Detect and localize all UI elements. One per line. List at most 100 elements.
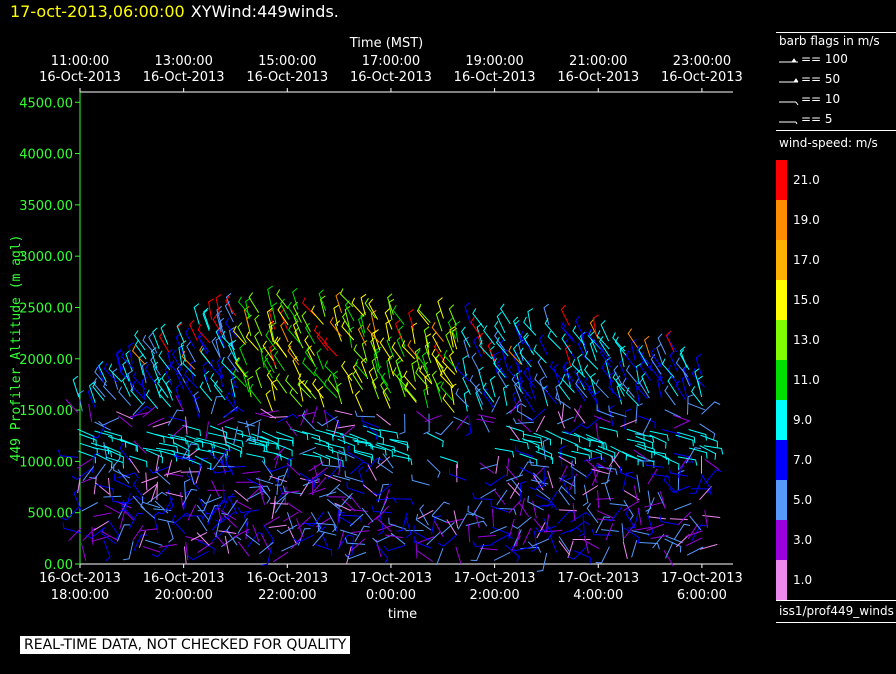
wind-barb [479,547,498,551]
wind-barb [292,356,301,378]
wind-barb [559,445,566,467]
wind-barb [637,507,642,526]
wind-barb [150,484,158,502]
wind-barb [78,390,84,412]
wind-barb [437,297,444,319]
wind-barb [108,520,120,541]
barb-legend-title: barb flags in m/s [779,34,880,48]
wind-barb [145,539,163,546]
wind-barb [196,515,208,532]
wind-barb [530,479,549,485]
colorbar-cell [776,560,787,600]
wind-barb [118,386,132,406]
barb-legend-50-label: == 50 [801,72,841,86]
bottom-axis-tick-date: 16-Oct-2013 [246,571,328,586]
wind-barb [519,466,536,482]
wind-barb [489,375,496,398]
wind-barb [439,456,459,469]
wind-barb [383,544,406,552]
wind-barb [361,507,374,523]
wind-barb [317,386,325,408]
wind-barb [237,507,259,514]
wind-barb [478,366,485,389]
wind-barb [272,551,289,563]
wind-barb [631,539,638,558]
wind-barb [471,352,481,374]
wind-barb [417,550,433,562]
wind-barb [686,546,704,556]
wind-barb [225,391,238,412]
wind-barb [636,474,641,493]
bottom-axis-tick-date: 17-Oct-2013 [557,571,639,586]
wind-barb [675,380,687,401]
wind-barb [310,305,324,325]
wind-barb [672,414,691,422]
y-axis-tick-label: 4000.00 [19,148,73,163]
wind-barb [113,464,131,479]
wind-barb [93,476,97,495]
wind-barb [538,334,548,356]
wind-barb [647,516,666,520]
wind-barb [591,468,600,486]
top-axis-tick-date: 16-Oct-2013 [557,70,639,85]
wind-barb [404,381,417,402]
wind-barb [290,535,304,550]
wind-barb [338,529,345,548]
wind-barb [423,413,430,435]
wind-barb [431,370,441,392]
wind-barb [255,366,263,389]
wind-barb [390,532,406,545]
wind-barb [700,473,712,494]
top-axis-tick-time: 21:00:00 [569,54,627,69]
wind-barb [405,516,412,538]
wind-barb [364,298,376,319]
wind-barb [116,524,131,542]
wind-barb [523,439,543,449]
wind-barb [139,528,158,532]
colorbar-cell [776,480,787,520]
wind-barb [480,488,497,499]
wind-barb [564,421,584,435]
wind-barb [200,496,223,505]
wind-barb [354,525,370,542]
wind-barb [638,345,649,367]
colorbar-cell [776,240,787,280]
wind-barb [179,492,185,510]
bottom-axis-tick-time: 6:00:00 [677,588,727,603]
wind-barb [595,379,609,399]
y-axis-title: 449 Profiler Altitude (m agl) [9,235,24,462]
wind-barb [702,515,721,518]
wind-barb [545,429,563,445]
wind-barb [557,510,576,525]
bottom-axis-tick-date: 17-Oct-2013 [454,571,536,586]
wind-barb [522,528,532,545]
wind-barb [208,298,214,320]
wind-barb [297,516,311,530]
wind-barb [123,541,134,561]
legend-panel: barb flags in m/s == 100 == 50 == 10 == … [776,30,896,624]
wind-barb [627,328,639,349]
wind-barb [595,498,614,500]
wind-barb [332,370,340,392]
wind-barb [246,453,266,464]
wind-barb [524,334,535,356]
wind-barb [626,438,646,450]
wind-barb [311,405,318,424]
top-axis-tick-time: 13:00:00 [154,54,212,69]
wind-barb [107,435,127,448]
wind-barb [677,470,685,491]
wind-barb [472,500,483,517]
wind-barb [531,530,538,552]
wind-barb [472,308,485,329]
wind-barb [491,396,501,413]
colorbar-label: 11.0 [793,373,820,387]
barb-50-icon [779,78,799,83]
wind-barb [341,320,355,341]
wind-barb [184,546,187,565]
wind-barb [224,426,244,438]
legend-separator [776,130,896,131]
top-axis-tick-time: 11:00:00 [51,54,109,69]
wind-barb [462,355,469,377]
wind-barb [103,430,123,443]
wind-barb [132,525,144,541]
